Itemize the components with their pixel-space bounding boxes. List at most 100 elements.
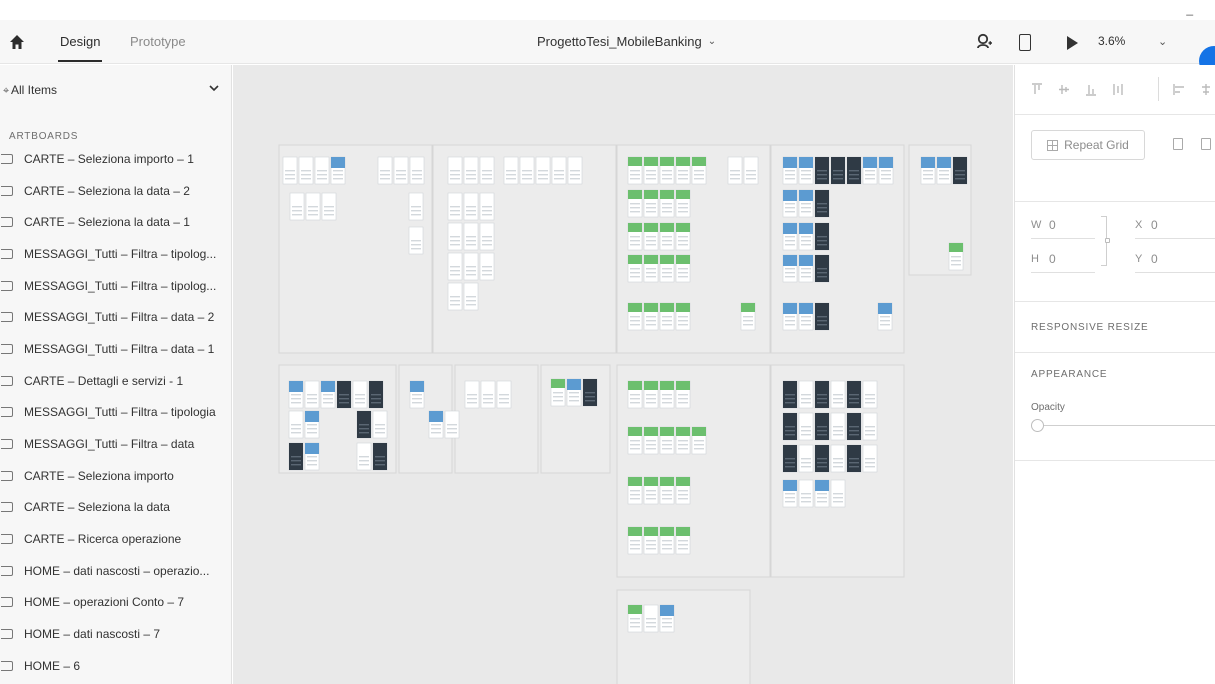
artboard-thumbnail-line — [817, 316, 827, 318]
artboard-thumbnail-line — [301, 174, 311, 176]
artboard-thumbnail-line — [317, 170, 327, 172]
minimize-button[interactable]: _ — [1186, 2, 1193, 16]
artboard-list-item[interactable]: HOME – dati nascosti – 7 — [0, 618, 231, 650]
distribute-vertical-icon[interactable] — [1112, 83, 1124, 96]
artboard-thumbnail-line — [450, 178, 460, 180]
artboard-thumbnail-line — [646, 444, 656, 446]
artboard-thumbnail-line — [291, 432, 301, 434]
artboard-thumbnail-line — [359, 432, 369, 434]
opacity-slider-handle[interactable] — [1031, 419, 1044, 432]
design-canvas[interactable] — [233, 65, 1013, 684]
artboard-thumbnail-line — [849, 462, 859, 464]
artboard-thumbnail-header — [741, 303, 755, 312]
artboard-thumbnail-line — [630, 320, 640, 322]
artboard-thumbnail-line — [411, 248, 421, 250]
artboard-list-item[interactable]: CARTE – Seleziona la data – 2 — [0, 175, 231, 207]
artboard-thumbnail-header — [799, 223, 813, 234]
artboard-list-item[interactable]: MESSAGGI_Tutti – Filtra – tipolog... — [0, 238, 231, 270]
artboard-thumbnail-line — [817, 276, 827, 278]
home-icon[interactable] — [8, 33, 26, 51]
repeat-grid-button[interactable]: Repeat Grid — [1031, 130, 1145, 160]
artboard-list-item[interactable]: HOME – dati nascosti – operazio... — [0, 555, 231, 587]
artboard-thumbnail-line — [662, 178, 672, 180]
artboard-thumbnail-line — [678, 268, 688, 270]
artboard-thumbnail-line — [450, 206, 460, 208]
align-left-icon[interactable] — [1173, 83, 1185, 96]
artboard-list-item[interactable]: CARTE – Seleziona la data — [0, 492, 231, 524]
artboard-thumbnail-line — [833, 466, 843, 468]
align-bottom-icon[interactable] — [1085, 83, 1097, 96]
artboard-thumbnail-line — [554, 178, 564, 180]
artboard-thumbnail-line — [307, 432, 317, 434]
artboard-thumbnail-line — [833, 501, 843, 503]
tab-prototype[interactable]: Prototype — [130, 34, 186, 49]
y-field[interactable]: 0 — [1151, 252, 1158, 266]
zoom-chevron-down-icon[interactable]: ⌄ — [1158, 35, 1167, 48]
artboard-thumbnail-line — [743, 316, 753, 318]
artboard-thumbnail-line — [466, 304, 476, 306]
copy-icon[interactable] — [1173, 138, 1183, 150]
repeat-grid-icon — [1047, 139, 1059, 151]
artboard-thumbnail-header — [660, 527, 674, 536]
artboard-list-item[interactable]: MESSAGGI_Tutti – Filtra – data – 2 — [0, 301, 231, 333]
paste-icon[interactable] — [1201, 138, 1211, 150]
artboard-label: MESSAGGI_Tutti – Filtra – data — [24, 437, 195, 452]
artboard-list-item[interactable]: HOME – 6 — [0, 650, 231, 682]
artboard-list-item[interactable]: MESSAGGI_Tutti – Filtra – tipologia — [0, 397, 231, 429]
align-middle-icon[interactable] — [1058, 83, 1070, 96]
artboard-thumbnail-line — [646, 324, 656, 326]
artboard-thumbnail-header — [660, 255, 674, 264]
artboard-list-item[interactable]: CARTE – Ricerca operazione — [0, 523, 231, 555]
artboard-thumbnail-line — [785, 458, 795, 460]
share-user-icon[interactable] — [975, 32, 993, 50]
artboard-list-item[interactable]: CARTE – Seleziona importo – 1 — [0, 143, 231, 175]
artboard-thumbnail-line — [467, 398, 477, 400]
artboard-thumbnail-line — [307, 456, 317, 458]
document-title-dropdown[interactable]: ProgettoTesi_MobileBanking ⌄ — [537, 34, 716, 49]
artboard-list-item[interactable]: HOME – operazioni Conto – 7 — [0, 587, 231, 619]
artboard-thumbnail-line — [450, 240, 460, 242]
artboard-thumbnail-line — [630, 316, 640, 318]
artboard-thumbnail-line — [431, 432, 441, 434]
play-icon[interactable] — [1067, 36, 1078, 50]
lock-icon[interactable] — [1105, 238, 1110, 243]
height-field[interactable]: 0 — [1049, 252, 1056, 266]
artboard-thumbnail-line — [466, 240, 476, 242]
artboard-thumbnail-line — [466, 174, 476, 176]
artboard-list-item[interactable]: CARTE – Seleziona importo — [0, 460, 231, 492]
artboard-icon — [1, 312, 13, 323]
opacity-slider-track[interactable] — [1044, 425, 1215, 426]
artboard-list-item[interactable]: CARTE – Dettagli e servizi - 1 — [0, 365, 231, 397]
chevron-down-icon[interactable] — [208, 82, 220, 94]
artboard-list-item[interactable]: MESSAGGI_Tutti – Filtra – data — [0, 428, 231, 460]
align-top-icon[interactable] — [1031, 83, 1043, 96]
artboard-thumbnail-line — [801, 203, 811, 205]
artboard-thumbnail-line — [630, 240, 640, 242]
artboard-thumbnail-line — [646, 398, 656, 400]
artboard-thumbnail-line — [785, 236, 795, 238]
artboard-thumbnail-line — [785, 207, 795, 209]
responsive-resize-section[interactable]: RESPONSIVE RESIZE — [1015, 302, 1215, 353]
align-center-icon[interactable] — [1200, 83, 1212, 96]
tab-design[interactable]: Design — [57, 34, 103, 62]
artboard-thumbnail-line — [355, 402, 365, 404]
artboard-thumbnail-line — [630, 324, 640, 326]
artboard-list-item[interactable]: MESSAGGI_Tutti – Filtra – data – 1 — [0, 333, 231, 365]
artboard-list-item[interactable]: MESSAGGI_Tutti – Filtra – tipolog... — [0, 270, 231, 302]
artboard-thumbnail-line — [662, 440, 672, 442]
repeat-grid-row: Repeat Grid — [1015, 116, 1215, 202]
layers-filter[interactable]: ⌖ All Items — [0, 65, 231, 115]
artboard-thumbnail-line — [817, 458, 827, 460]
artboard-thumbnail-line — [801, 402, 811, 404]
artboard-thumbnail-line — [307, 394, 317, 396]
x-field[interactable]: 0 — [1151, 218, 1158, 232]
artboard-icon — [1, 439, 13, 450]
width-field[interactable]: 0 — [1049, 218, 1056, 232]
artboards-section-title: ARTBOARDS — [9, 131, 79, 142]
artboard-thumbnail-line — [630, 498, 640, 500]
artboards-overview[interactable] — [233, 65, 1013, 684]
artboard-thumbnail-line — [662, 276, 672, 278]
device-preview-icon[interactable] — [1019, 34, 1031, 51]
zoom-level[interactable]: 3.6% — [1098, 34, 1125, 48]
artboard-list-item[interactable]: CARTE – Seleziona la data – 1 — [0, 206, 231, 238]
